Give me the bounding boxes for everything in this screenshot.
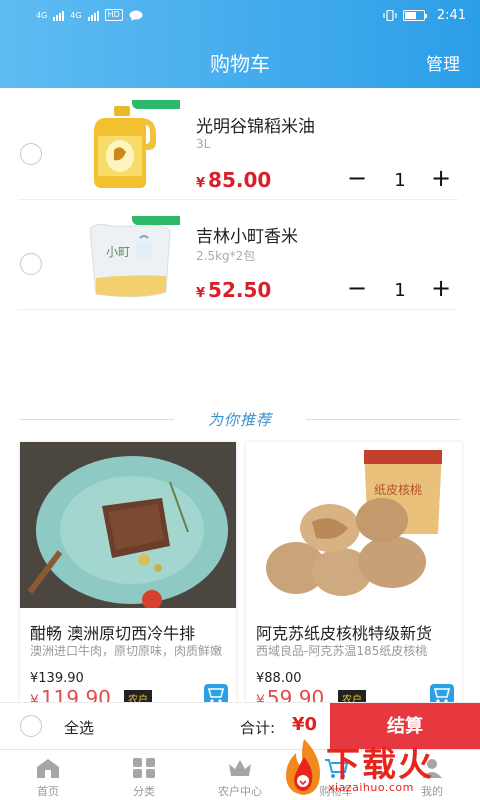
tab-label: 农户中心 xyxy=(218,785,262,798)
farmer-price: ¥59.90 xyxy=(256,686,324,702)
product-price: ¥52.50 xyxy=(196,278,271,302)
product-name[interactable]: 吉林小町香米 xyxy=(196,222,298,247)
battery-icon xyxy=(402,9,427,21)
quantity-minus-button[interactable]: − xyxy=(344,276,370,302)
farmer-price: ¥119.90 xyxy=(30,686,111,702)
total-value: ¥0 xyxy=(292,714,318,735)
original-price: ¥139.90 xyxy=(30,671,84,686)
add-to-cart-icon[interactable] xyxy=(204,684,228,702)
network-type-2: 4G xyxy=(70,10,82,20)
quantity-value: 1 xyxy=(394,280,406,301)
signal-icon xyxy=(53,10,65,21)
tab-label: 分类 xyxy=(133,785,155,798)
recommend-product-desc: 西域良品-阿克苏温185纸皮核桃 xyxy=(256,644,428,658)
price-value: 85.00 xyxy=(208,168,272,192)
header: 购物车 管理 xyxy=(0,30,480,88)
tab-farmer-center[interactable]: 农户中心 xyxy=(192,750,288,800)
svg-text:小町: 小町 xyxy=(106,245,130,259)
product-tag xyxy=(132,216,180,225)
tab-label: 首页 xyxy=(37,785,59,798)
select-all-radio[interactable] xyxy=(20,715,42,737)
home-icon xyxy=(37,759,59,778)
crown-icon xyxy=(229,760,251,776)
clock: 2:41 xyxy=(436,7,466,23)
total-label: 合计: xyxy=(240,719,276,737)
price-value: 52.50 xyxy=(208,278,272,302)
product-image-oil[interactable] xyxy=(80,100,180,190)
top-bar: 4G 4G HD 2:41 购物车 管理 xyxy=(0,0,480,88)
status-bar: 4G 4G HD 2:41 xyxy=(0,0,480,30)
signal-icon-2 xyxy=(87,10,99,21)
tab-home[interactable]: 首页 xyxy=(0,750,96,800)
item-select-radio[interactable] xyxy=(20,143,42,165)
farmer-price-value: 119.90 xyxy=(40,686,111,702)
select-all-label[interactable]: 全选 xyxy=(64,717,94,738)
vibrate-icon xyxy=(383,9,397,21)
watermark: 下载火 xiazaihuo.com xyxy=(280,735,480,800)
product-spec: 2.5kg*2包 xyxy=(196,249,256,263)
flame-logo-icon xyxy=(286,739,320,795)
watermark-url: xiazaihuo.com xyxy=(328,781,414,794)
page-title: 购物车 xyxy=(210,52,270,76)
price-currency: ¥ xyxy=(196,286,206,301)
tab-category[interactable]: 分类 xyxy=(96,750,192,800)
farmer-badge: 农户 xyxy=(124,690,152,702)
item-select-radio[interactable] xyxy=(20,253,42,275)
farmer-price-currency: ¥ xyxy=(30,693,39,702)
add-to-cart-icon[interactable] xyxy=(430,684,454,702)
quantity-minus-button[interactable]: − xyxy=(344,166,370,192)
farmer-price-value: 59.90 xyxy=(266,686,325,702)
farmer-price-currency: ¥ xyxy=(256,693,265,702)
product-image-steak[interactable] xyxy=(20,442,236,608)
watermark-text: 下载火 xyxy=(326,745,434,785)
quantity-value: 1 xyxy=(394,170,406,191)
quantity-plus-button[interactable]: + xyxy=(428,276,454,302)
hd-badge: HD xyxy=(104,9,123,21)
cart-item: 小町 吉林小町香米 2.5kg*2包 ¥52.50 − 1 + xyxy=(0,200,480,310)
original-price: ¥88.00 xyxy=(256,671,302,686)
message-icon xyxy=(129,10,143,21)
recommend-card[interactable]: 纸皮核桃 阿克苏纸皮核桃特级新货 西域良品-阿克苏温185纸皮核桃 ¥88.00… xyxy=(246,442,462,702)
product-tag xyxy=(132,100,180,109)
recommend-card[interactable]: 酣畅 澳洲原切西冷牛排 澳洲进口牛肉，原切原味，肉质鲜嫩 ¥139.90 ¥11… xyxy=(20,442,236,702)
recommend-product-desc: 澳洲进口牛肉，原切原味，肉质鲜嫩 xyxy=(30,644,223,658)
quantity-plus-button[interactable]: + xyxy=(428,166,454,192)
cart-item: 光明谷锦稻米油 3L ¥85.00 − 1 + xyxy=(0,90,480,200)
product-spec: 3L xyxy=(196,137,211,151)
farmer-badge: 农户 xyxy=(338,690,366,702)
recommend-product-title[interactable]: 酣畅 澳洲原切西冷牛排 xyxy=(30,620,228,644)
divider xyxy=(18,309,458,310)
product-price: ¥85.00 xyxy=(196,168,271,192)
category-icon xyxy=(133,758,155,778)
price-currency: ¥ xyxy=(196,176,206,191)
recommend-title: 为你推荐 xyxy=(207,411,272,429)
product-image-rice[interactable]: 小町 xyxy=(80,216,180,306)
product-image-walnut[interactable]: 纸皮核桃 xyxy=(246,442,462,608)
network-type-1: 4G xyxy=(36,10,48,20)
recommend-header: 为你推荐 xyxy=(0,408,480,432)
product-name[interactable]: 光明谷锦稻米油 xyxy=(196,112,315,137)
svg-text:纸皮核桃: 纸皮核桃 xyxy=(374,482,422,497)
recommend-product-title[interactable]: 阿克苏纸皮核桃特级新货 xyxy=(256,620,454,644)
manage-button[interactable]: 管理 xyxy=(426,50,460,75)
